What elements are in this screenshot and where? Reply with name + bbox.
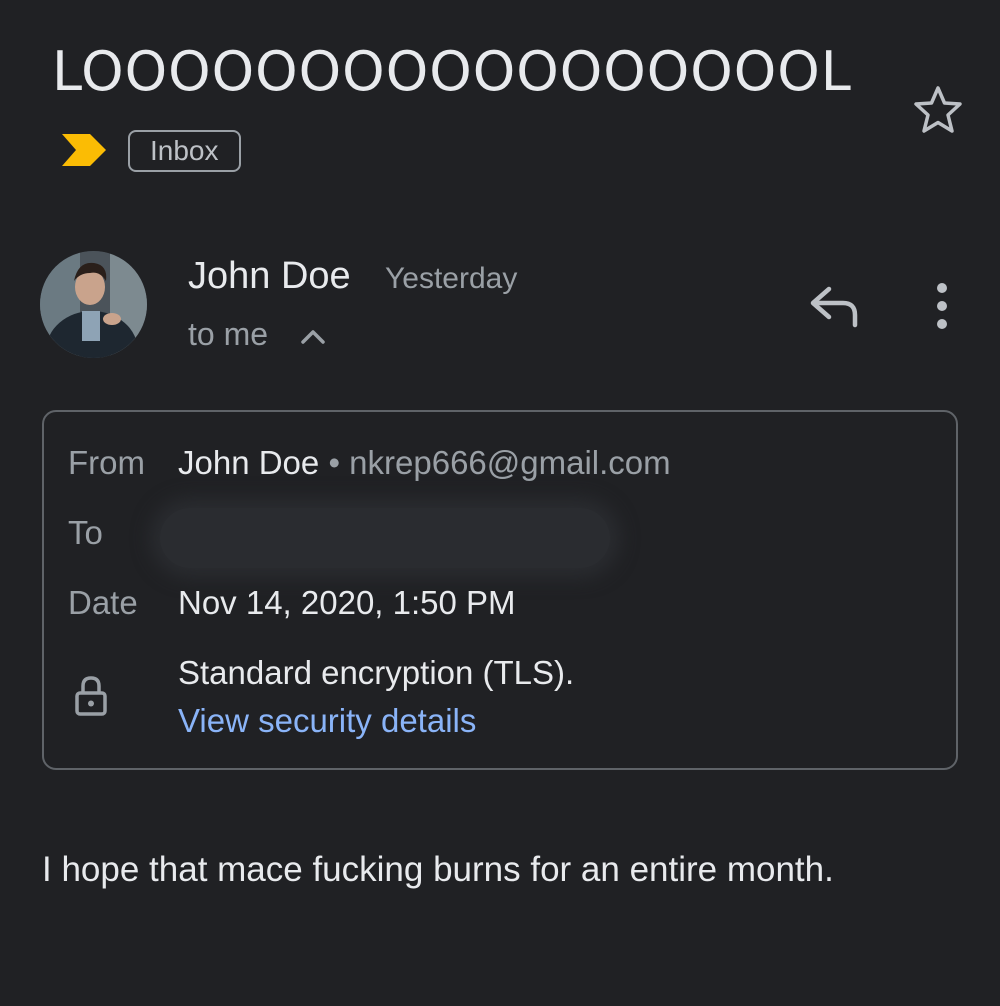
redacted-recipient	[160, 508, 610, 568]
reply-icon[interactable]	[805, 283, 863, 329]
date-label: Date	[68, 584, 138, 621]
sent-time: Yesterday	[385, 262, 518, 295]
avatar[interactable]	[40, 251, 147, 358]
chevron-up-icon[interactable]	[298, 323, 328, 349]
avatar-image	[40, 251, 147, 358]
label-chip-inbox[interactable]: Inbox	[128, 130, 241, 172]
recipient-summary[interactable]: to me	[188, 316, 268, 353]
star-icon[interactable]	[910, 84, 966, 136]
from-email[interactable]: nkrep666@gmail.com	[349, 444, 670, 481]
from-label: From	[68, 444, 145, 481]
from-separator: •	[328, 444, 340, 481]
email-subject: LOOOOOOOOOOOOOOOOOL	[52, 40, 852, 103]
more-vert-icon[interactable]	[926, 280, 958, 332]
to-label: To	[68, 514, 103, 551]
view-security-details-link[interactable]: View security details	[178, 702, 476, 740]
importance-marker-icon[interactable]	[60, 130, 110, 170]
email-view: LOOOOOOOOOOOOOOOOOL Inbox John Doe Yeste…	[0, 0, 1000, 1006]
sender-name: John Doe	[188, 255, 351, 297]
from-name: John Doe	[178, 444, 320, 481]
message-body: I hope that mace fucking burns for an en…	[42, 850, 834, 889]
date-value: Nov 14, 2020, 1:50 PM	[178, 584, 516, 621]
lock-icon	[75, 676, 107, 716]
from-value: John Doe • nkrep666@gmail.com	[178, 444, 671, 482]
encryption-status: Standard encryption (TLS).	[178, 654, 575, 691]
